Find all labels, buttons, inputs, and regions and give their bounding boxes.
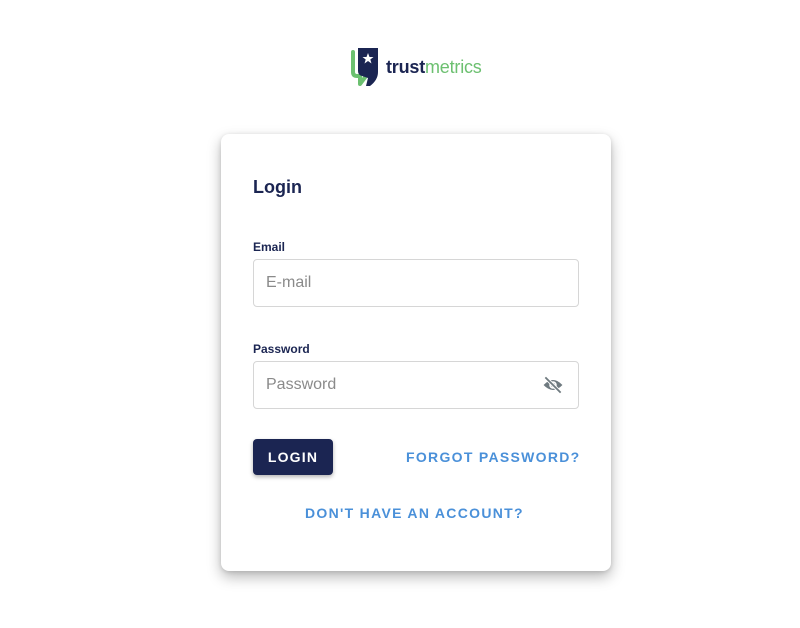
brand-name-bold: trust: [386, 57, 425, 77]
brand-name: trustmetrics: [386, 56, 482, 78]
password-input[interactable]: [253, 361, 579, 409]
email-label: Email: [253, 240, 286, 254]
forgot-password-link[interactable]: FORGOT PASSWORD?: [406, 449, 581, 465]
brand-name-light: metrics: [425, 57, 482, 77]
login-card: Login Email Password LOGIN FORGOT PASSWO…: [221, 134, 611, 571]
brand-logo: trustmetrics: [350, 46, 482, 88]
eye-off-icon[interactable]: [541, 374, 565, 396]
login-title: Login: [253, 177, 302, 197]
password-label: Password: [253, 342, 310, 356]
login-button[interactable]: LOGIN: [253, 439, 333, 475]
shield-star-logo-icon: [351, 48, 378, 86]
login-page: trustmetrics Login Email Password LOGIN …: [0, 0, 800, 628]
signup-link[interactable]: DON'T HAVE AN ACCOUNT?: [305, 505, 524, 521]
email-input[interactable]: [253, 259, 579, 307]
